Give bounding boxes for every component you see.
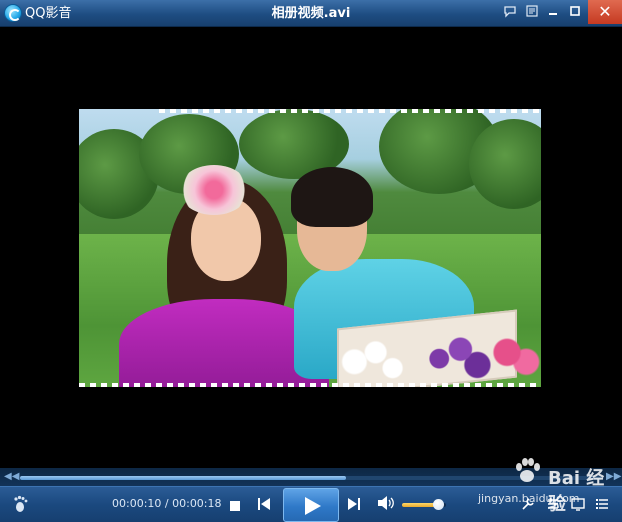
chat-icon[interactable]	[500, 4, 520, 22]
footprint-icon[interactable]	[12, 495, 30, 513]
close-icon[interactable]: ✕	[588, 0, 622, 24]
control-bar: 00:00:10 / 00:00:18	[0, 486, 622, 522]
playlist-icon[interactable]	[594, 496, 610, 512]
video-frame	[79, 109, 541, 387]
previous-icon-glyph	[258, 498, 270, 510]
tools-icon[interactable]	[520, 496, 536, 512]
equalizer-icon[interactable]	[545, 496, 561, 512]
footprint-icon-glyph	[14, 495, 28, 512]
film-edge-top	[159, 109, 541, 113]
current-time: 00:00:10	[112, 497, 162, 510]
volume-knob[interactable]	[433, 499, 445, 510]
equalizer-icon-glyph	[548, 498, 558, 509]
minimize-icon[interactable]	[543, 4, 563, 22]
menu-icon-glyph	[526, 5, 538, 17]
menu-icon[interactable]	[522, 4, 542, 22]
stop-icon-glyph	[230, 501, 240, 511]
total-time: 00:00:18	[172, 497, 222, 510]
maximize-icon-glyph	[570, 6, 580, 16]
next-icon[interactable]	[346, 496, 362, 512]
seek-bar-fill	[20, 476, 346, 480]
flower-crown	[179, 165, 249, 215]
film-edge-bottom	[79, 383, 541, 387]
minimize-icon-glyph	[549, 13, 557, 15]
stop-icon[interactable]	[228, 497, 242, 511]
rewind-icon[interactable]: ◀◀	[4, 470, 19, 484]
chat-icon-glyph	[504, 6, 516, 18]
title-bar: QQ影音 相册视频.avi ✕	[0, 0, 622, 27]
screen-icon[interactable]	[570, 496, 586, 512]
progress-strip: ◀◀ ▶▶	[0, 468, 622, 486]
tools-icon-glyph	[522, 498, 534, 510]
video-area[interactable]	[0, 27, 622, 468]
screen-icon-glyph	[571, 498, 585, 511]
qqplayer-logo-icon	[4, 4, 22, 22]
fast-forward-icon[interactable]: ▶▶	[606, 470, 621, 484]
playlist-icon-glyph	[596, 499, 608, 509]
time-display: 00:00:10 / 00:00:18	[112, 497, 222, 511]
app-name: QQ影音	[25, 6, 72, 21]
flowers	[329, 324, 541, 387]
volume-icon[interactable]	[377, 495, 395, 513]
play-button[interactable]	[283, 488, 339, 522]
seek-bar[interactable]	[20, 476, 602, 480]
volume-icon-glyph	[378, 496, 394, 510]
previous-icon[interactable]	[256, 496, 272, 512]
next-icon-glyph	[348, 498, 360, 510]
man-hair	[291, 167, 373, 227]
time-separator: /	[161, 497, 173, 510]
maximize-icon[interactable]	[565, 4, 585, 22]
play-icon	[305, 497, 321, 515]
